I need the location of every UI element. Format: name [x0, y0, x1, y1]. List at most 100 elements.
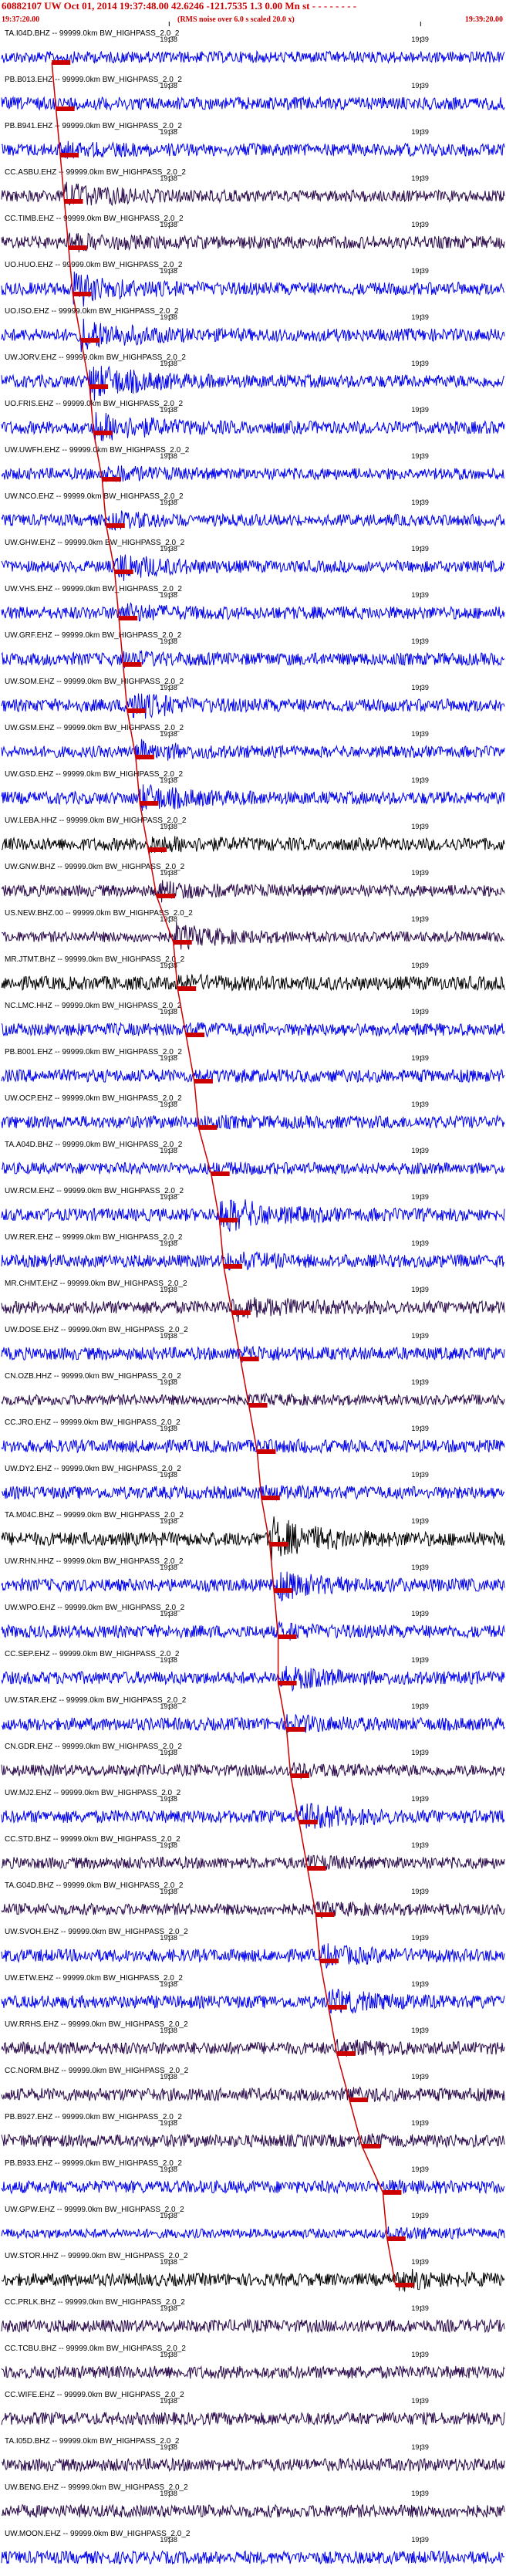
- pick-marker: [362, 2144, 381, 2148]
- trace-label: UW.GSM.EHZ -- 99999.0km BW_HIGHPASS_2.0_…: [5, 724, 184, 732]
- trace-label: UW.OCP.EHZ -- 99999.0km BW_HIGHPASS_2.0_…: [5, 1094, 182, 1103]
- pick-marker: [240, 1357, 259, 1361]
- pick-marker: [177, 986, 197, 991]
- trace-label: PB.B941.EHZ -- 99999.0km BW_HIGHPASS_2.0…: [5, 122, 182, 130]
- trace-tick-label: 19:39: [411, 591, 429, 599]
- waveform-trace: [1, 510, 505, 532]
- trace-tick-label: 19:38: [160, 1564, 177, 1571]
- waveform-trace: [1, 1484, 505, 1502]
- trace-tick-label: 19:39: [411, 35, 429, 43]
- trace-label: CC.ASBU.EHZ -- 99999.0km BW_HIGHPASS_2.0…: [5, 168, 186, 177]
- waveform-trace: [1, 2411, 505, 2427]
- trace-tick-label: 19:38: [160, 1193, 177, 1201]
- trace-tick-label: 19:39: [411, 776, 429, 784]
- waveform-trace: [1, 1989, 505, 2014]
- pick-marker: [93, 431, 113, 435]
- pick-marker: [106, 523, 125, 528]
- trace-tick-label: 19:38: [160, 637, 177, 645]
- trace-tick-label: 19:39: [411, 1239, 429, 1247]
- waveform-trace: [1, 2086, 505, 2103]
- trace-label: CC.WIFE.EHZ -- 99999.0km BW_HIGHPASS_2.0…: [5, 2391, 184, 2399]
- trace-label: UW.GSD.EHZ -- 99999.0km BW_HIGHPASS_2.0_…: [5, 770, 183, 779]
- trace-tick-label: 19:38: [160, 406, 177, 414]
- trace-label: NC.LMC.HHZ -- 99999.0km BW_HIGHPASS_2.0_…: [5, 1002, 182, 1010]
- seismogram-plot: TA.I04D.BHZ -- 99999.0km BW_HIGHPASS_2.0…: [1, 22, 505, 2565]
- trace-label: UW.VHS.EHZ -- 99999.0km BW_HIGHPASS_2.0_…: [5, 585, 182, 593]
- trace-tick-label: 19:38: [160, 1610, 177, 1618]
- trace-tick-label: 19:39: [411, 1841, 429, 1849]
- waveform-trace: [1, 2503, 505, 2518]
- pick-marker: [319, 1959, 339, 1963]
- waveform-trace: [1, 554, 505, 582]
- trace-tick-label: 19:39: [411, 1286, 429, 1293]
- trace-label: UW.JORV.EHZ -- 99999.0km BW_HIGHPASS_2.0…: [5, 353, 186, 362]
- pick-marker: [140, 801, 159, 806]
- waveform-trace: [1, 2365, 505, 2380]
- pick-marker: [269, 1542, 288, 1547]
- trace-tick-label: 19:39: [411, 1332, 429, 1340]
- pick-marker: [219, 1218, 238, 1222]
- trace-tick-label: 19:38: [160, 452, 177, 460]
- pick-marker: [307, 1866, 326, 1871]
- pick-marker: [81, 338, 100, 343]
- trace-tick-label: 19:38: [160, 2304, 177, 2312]
- pick-marker: [290, 1773, 309, 1778]
- trace-tick-label: 19:39: [411, 2119, 429, 2127]
- trace-label: TA.A04D.BHZ -- 99999.0km BW_HIGHPASS_2.0…: [5, 1141, 183, 1149]
- trace-tick-label: 19:38: [160, 1100, 177, 1108]
- waveform-trace: [1, 693, 505, 719]
- trace-tick-label: 19:38: [160, 1147, 177, 1154]
- pick-marker: [231, 1310, 251, 1315]
- trace-label: UW.RHN.HHZ -- 99999.0km BW_HIGHPASS_2.0_…: [5, 1557, 184, 1566]
- trace-tick-label: 19:39: [411, 452, 429, 460]
- trace-tick-label: 19:39: [411, 221, 429, 228]
- trace-tick-label: 19:38: [160, 823, 177, 830]
- pick-marker: [383, 2190, 402, 2195]
- pick-marker: [386, 2236, 406, 2241]
- waveform-trace: [1, 1438, 505, 1455]
- trace-label: UW.RER.EHZ -- 99999.0km BW_HIGHPASS_2.0_…: [5, 1233, 183, 1242]
- trace-tick-label: 19:38: [160, 82, 177, 90]
- waveform-trace: [1, 1901, 505, 1919]
- trace-label: UO.HUO.EHZ -- 99999.0km BW_HIGHPASS_2.0_…: [5, 261, 183, 269]
- pick-marker: [328, 2005, 347, 2010]
- trace-label: PB.B933.EHZ -- 99999.0km BW_HIGHPASS_2.0…: [5, 2159, 182, 2168]
- trace-tick-label: 19:38: [160, 1471, 177, 1479]
- trace-tick-label: 19:39: [411, 1795, 429, 1803]
- trace-tick-label: 19:39: [411, 823, 429, 830]
- trace-tick-label: 19:39: [411, 313, 429, 321]
- trace-tick-label: 19:39: [411, 1888, 429, 1895]
- trace-tick-label: 19:39: [411, 2351, 429, 2358]
- pick-marker: [257, 1449, 276, 1454]
- pick-marker: [64, 199, 83, 204]
- trace-label: CC.TIMB.EHZ -- 99999.0km BW_HIGHPASS_2.0…: [5, 215, 184, 223]
- waveform-trace: [1, 1762, 505, 1780]
- trace-tick-label: 19:39: [411, 2490, 429, 2497]
- trace-tick-label: 19:39: [411, 1193, 429, 1201]
- pick-marker: [278, 1635, 297, 1639]
- pick-marker: [248, 1403, 268, 1408]
- trace-tick-label: 19:38: [160, 1425, 177, 1432]
- pick-marker: [278, 1681, 297, 1685]
- trace-tick-label: 19:39: [411, 1564, 429, 1571]
- trace-tick-label: 19:39: [411, 2443, 429, 2451]
- trace-tick-label: 19:39: [411, 174, 429, 182]
- pick-marker: [395, 2283, 414, 2287]
- trace-label: CC.TCBU.BHZ -- 99999.0km BW_HIGHPASS_2.0…: [5, 2344, 186, 2353]
- trace-tick-label: 19:39: [411, 684, 429, 691]
- trace-label: CC.JRO.EHZ -- 99999.0km BW_HIGHPASS_2.0_…: [5, 1418, 180, 1427]
- waveform-trace: [1, 365, 505, 401]
- trace-label: UW.NCO.EHZ -- 99999.0km BW_HIGHPASS_2.0_…: [5, 492, 184, 501]
- trace-label: UW.SOM.EHZ -- 99999.0km BW_HIGHPASS_2.0_…: [5, 678, 184, 686]
- trace-tick-label: 19:39: [411, 2536, 429, 2544]
- pick-marker: [102, 477, 121, 482]
- trace-tick-label: 19:39: [411, 1517, 429, 1525]
- trace-tick-label: 19:38: [160, 2490, 177, 2497]
- trace-label: UW.GRF.EHZ -- 99999.0km BW_HIGHPASS_2.0_…: [5, 631, 182, 640]
- trace-tick-label: 19:38: [160, 1980, 177, 1988]
- trace-tick-label: 19:38: [160, 2212, 177, 2219]
- waveform-trace: [1, 602, 505, 622]
- waveform-trace: [1, 1943, 505, 1969]
- trace-label: CN.OZB.HHZ -- 99999.0km BW_HIGHPASS_2.0_…: [5, 1372, 181, 1381]
- waveform-trace: [1, 412, 505, 444]
